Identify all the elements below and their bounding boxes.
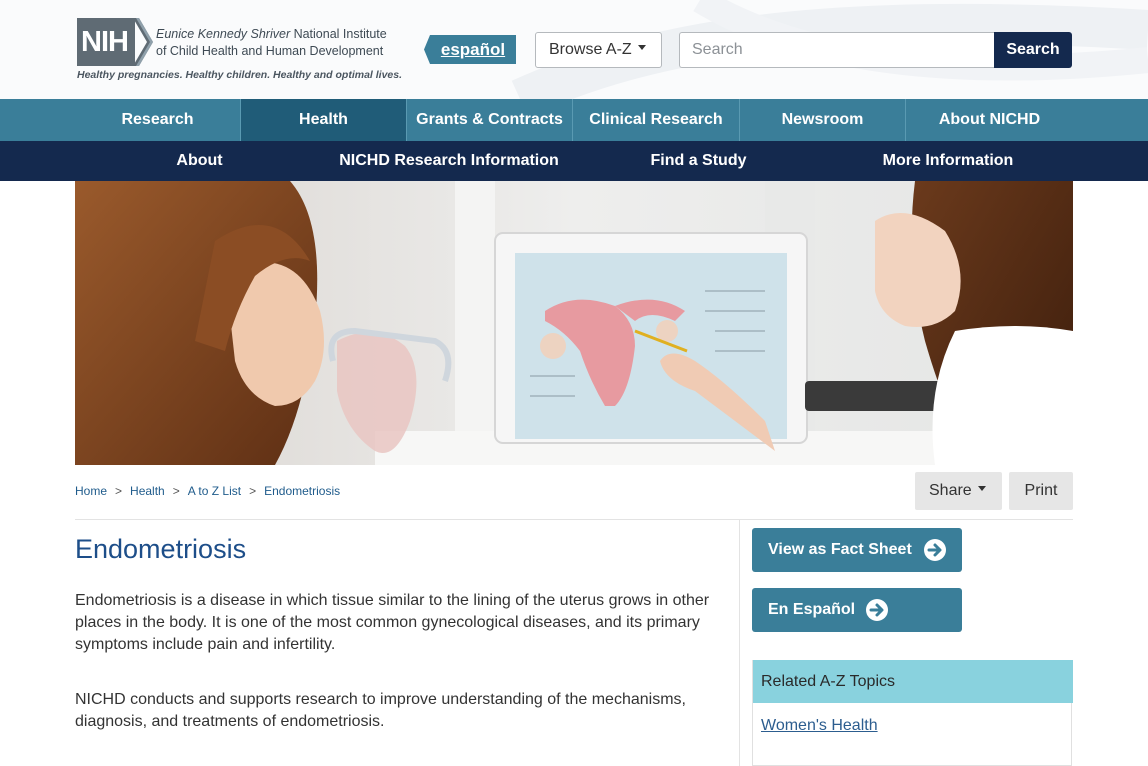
nav-health[interactable]: Health — [241, 99, 407, 141]
breadcrumb-health[interactable]: Health — [130, 484, 165, 498]
related-link-womens-health[interactable]: Women's Health — [761, 717, 878, 735]
tagline: Healthy pregnancies. Healthy children. H… — [77, 69, 403, 81]
institute-name-line1: Eunice Kennedy Shriver National Institut… — [156, 27, 387, 41]
breadcrumb-home[interactable]: Home — [75, 484, 107, 498]
site-header: NIH Eunice Kennedy Shriver National Inst… — [0, 0, 1148, 99]
espanol-link[interactable]: español — [424, 35, 516, 64]
nav-clinical-research[interactable]: Clinical Research — [573, 99, 740, 141]
column-divider — [739, 520, 740, 766]
breadcrumb-separator: > — [115, 484, 123, 498]
breadcrumb-current[interactable]: Endometriosis — [264, 484, 340, 498]
print-button[interactable]: Print — [1009, 472, 1073, 510]
en-espanol-button[interactable]: En Español — [752, 588, 962, 632]
primary-nav: Research Health Grants & Contracts Clini… — [0, 99, 1148, 141]
browse-az-label: Browse A-Z — [549, 41, 632, 58]
breadcrumb-separator: > — [249, 484, 257, 498]
nav-about-nichd[interactable]: About NICHD — [906, 99, 1073, 141]
search-input[interactable] — [679, 32, 995, 68]
nih-logo-mark: NIH — [77, 18, 135, 66]
hero-illustration — [75, 181, 1073, 465]
chevron-down-icon — [637, 45, 646, 51]
subnav-about[interactable]: About — [75, 141, 324, 181]
secondary-nav: About NICHD Research Information Find a … — [0, 141, 1148, 181]
nav-newsroom[interactable]: Newsroom — [740, 99, 906, 141]
chevron-down-icon — [977, 486, 986, 492]
breadcrumb-separator: > — [172, 484, 180, 498]
view-as-fact-sheet-button[interactable]: View as Fact Sheet — [752, 528, 962, 572]
related-topics-heading: Related A-Z Topics — [753, 660, 1073, 703]
nav-grants-contracts[interactable]: Grants & Contracts — [407, 99, 573, 141]
institute-name-line2: of Child Health and Human Development — [156, 44, 384, 58]
en-espanol-label: En Español — [768, 601, 856, 618]
subnav-more-information[interactable]: More Information — [823, 141, 1073, 181]
share-button[interactable]: Share — [915, 472, 1002, 510]
related-topics-panel: Related A-Z Topics Women's Health — [752, 660, 1073, 766]
divider — [75, 519, 1073, 520]
subnav-nichd-research-information[interactable]: NICHD Research Information — [324, 141, 574, 181]
research-paragraph: NICHD conducts and supports research to … — [75, 691, 686, 730]
page-title: Endometriosis — [75, 534, 247, 564]
search-button[interactable]: Search — [994, 32, 1072, 68]
arrow-right-circle-icon — [924, 539, 946, 561]
hero-image — [75, 181, 1073, 465]
nih-nichd-logo[interactable]: NIH Eunice Kennedy Shriver National Inst… — [77, 18, 402, 82]
intro-paragraph: Endometriosis is a disease in which tiss… — [75, 592, 710, 653]
subnav-find-a-study[interactable]: Find a Study — [574, 141, 823, 181]
arrow-right-circle-icon — [866, 599, 888, 621]
share-label: Share — [929, 482, 972, 499]
browse-az-dropdown[interactable]: Browse A-Z — [535, 32, 662, 68]
espanol-label: español — [440, 40, 506, 59]
breadcrumb-a-to-z-list[interactable]: A to Z List — [188, 484, 241, 498]
nih-logo-arrow — [133, 18, 153, 66]
breadcrumb: Home > Health > A to Z List > Endometriosis — [75, 484, 340, 498]
fact-sheet-label: View as Fact Sheet — [768, 541, 912, 558]
nav-research[interactable]: Research — [75, 99, 241, 141]
